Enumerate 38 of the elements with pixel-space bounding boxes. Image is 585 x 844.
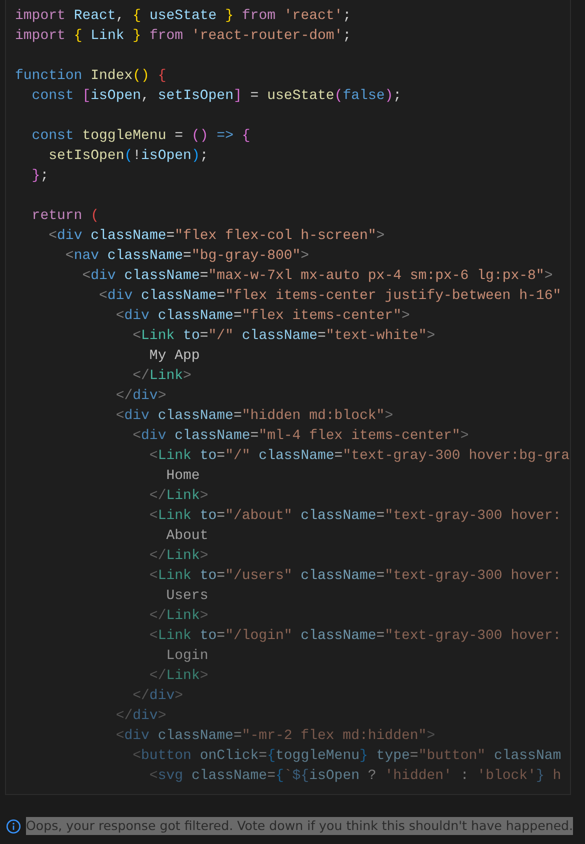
code-line: import React, { useState } from 'react'; [15, 7, 352, 26]
info-icon [6, 818, 21, 834]
code-line: </Link> [148, 547, 208, 566]
code-line: My App [148, 347, 200, 366]
code-line: setIsOpen(!isOpen); [48, 147, 208, 166]
code-line: import { Link } from 'react-router-dom'; [15, 27, 352, 46]
code-line: <Link to="/login" className="text-gray-300 hover: [148, 627, 562, 646]
code-line: <div className="ml-4 flex items-center"> [132, 427, 469, 446]
code-line: </div> [114, 707, 166, 726]
code-line: Users [165, 587, 208, 606]
code-line: <div className="flex items-center"> [114, 307, 410, 326]
code-line: Home [165, 467, 200, 486]
code-line: const toggleMenu = () => { [30, 127, 250, 146]
code-line: <Link to="/users" className="text-gray-300 hover: [148, 567, 562, 586]
code-line: <div className="hidden md:block"> [114, 407, 394, 426]
code-line: </Link> [148, 667, 208, 686]
code-line: <nav className="bg-gray-800"> [64, 247, 310, 266]
code-line: </Link> [148, 487, 208, 506]
code-line: </div> [114, 387, 166, 406]
code-line: <svg className={`${isOpen ? 'hidden' : 'block'} h [148, 767, 562, 786]
code-line: About [165, 527, 208, 546]
code-line: function Index() { [15, 67, 166, 86]
code-line: <div className="-mr-2 flex md:hidden"> [114, 727, 436, 746]
code-line: </Link> [148, 607, 208, 626]
code-line: <div className="max-w-7xl mx-auto px-4 sm:px-6 lg:px-8"> [81, 267, 553, 286]
code-line: return ( [30, 207, 100, 226]
code-line: <Link to="/" className="text-white"> [132, 327, 436, 346]
code-line: </Link> [132, 367, 192, 386]
filtered-notice: Oops, your response got filtered. Vote down if you think this shouldn't have happened. [26, 817, 574, 835]
code-line: <button onClick={toggleMenu} type="button" classNam [132, 747, 562, 766]
code-line: const [isOpen, setIsOpen] = useState(false); [30, 87, 402, 106]
code-line: <div className="flex items-center justify-between h-16" [98, 287, 562, 306]
code-line: }; [30, 167, 49, 186]
code-line: <div className="flex flex-col h-screen"> [48, 227, 385, 246]
code-line: </div> [132, 687, 184, 706]
code-line: Login [165, 647, 208, 666]
code-line: <Link to="/about" className="text-gray-300 hover: [148, 507, 562, 526]
code-line: <Link to="/" className="text-gray-300 hover:bg-gra [148, 447, 570, 466]
